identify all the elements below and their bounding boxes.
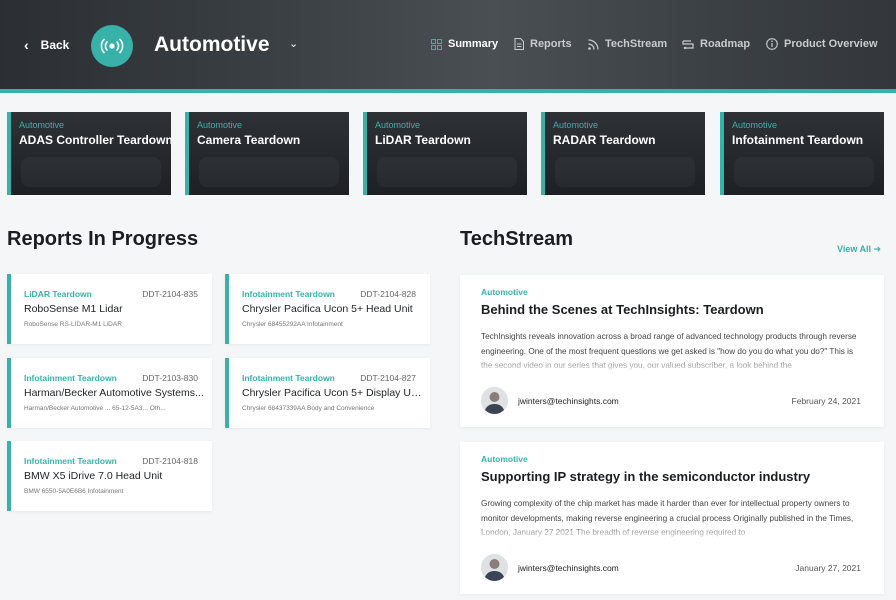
- report-code: DDT-2104-827: [360, 373, 416, 383]
- category-kicker: Automotive: [19, 120, 65, 130]
- report-name: Harman/Becker Automotive Systems...: [24, 387, 204, 399]
- category-kicker: Automotive: [197, 120, 243, 130]
- report-type: Infotainment Teardown: [242, 373, 335, 383]
- author-avatar: [481, 554, 508, 581]
- category-name: ADAS Controller Teardown: [19, 133, 171, 147]
- report-code: DDT-2103-830: [142, 373, 198, 383]
- article-excerpt: Growing complexity of the chip market ha…: [481, 499, 854, 537]
- article-author: jwinters@techinsights.com: [518, 396, 619, 406]
- article-excerpt: TechInsights reveals innovation across a…: [481, 332, 857, 370]
- report-name: BMW X5 iDrive 7.0 Head Unit: [24, 470, 163, 482]
- report-card[interactable]: Infotainment Teardown DDT-2103-830 Harma…: [7, 358, 212, 428]
- report-card[interactable]: Infotainment Teardown DDT-2104-828 Chrys…: [225, 274, 430, 344]
- report-card[interactable]: Infotainment Teardown DDT-2104-818 BMW X…: [7, 441, 212, 511]
- automotive-radar-icon: [91, 25, 133, 67]
- info-icon: [766, 38, 778, 50]
- category-name: Infotainment Teardown: [732, 133, 864, 147]
- report-meta: Harman/Becker Automotive ... 65-12-5A3..…: [24, 405, 166, 412]
- category-kicker: Automotive: [732, 120, 778, 130]
- tab-product-overview[interactable]: Product Overview: [766, 38, 878, 50]
- category-card-infotainment[interactable]: Automotive Infotainment Teardown: [720, 112, 884, 195]
- grid-icon: [431, 38, 442, 50]
- tab-summary[interactable]: Summary: [431, 38, 498, 50]
- article-date: January 27, 2021: [795, 563, 861, 573]
- article-card[interactable]: Automotive Behind the Scenes at TechInsi…: [460, 275, 884, 427]
- article-headline[interactable]: Behind the Scenes at TechInsights: Teard…: [481, 302, 764, 317]
- category-card-camera[interactable]: Automotive Camera Teardown: [185, 112, 349, 195]
- category-card-radar[interactable]: Automotive RADAR Teardown: [541, 112, 705, 195]
- article-card[interactable]: Automotive Supporting IP strategy in the…: [460, 442, 884, 594]
- category-name: LiDAR Teardown: [375, 133, 471, 147]
- tab-techstream[interactable]: TechStream: [588, 38, 667, 50]
- tab-roadmap[interactable]: Roadmap: [682, 38, 750, 50]
- article-tag: Automotive: [481, 287, 528, 297]
- category-kicker: Automotive: [375, 120, 421, 130]
- report-meta: BMW 6550-5A0E6B6 Infotainment: [24, 488, 124, 495]
- report-type: LiDAR Teardown: [24, 289, 92, 299]
- category-name: RADAR Teardown: [553, 133, 656, 147]
- category-card-lidar[interactable]: Automotive LiDAR Teardown: [363, 112, 527, 195]
- tab-reports-label: Reports: [530, 38, 572, 50]
- article-author: jwinters@techinsights.com: [518, 563, 619, 573]
- page-title: Automotive: [154, 33, 270, 56]
- report-meta: Chrysler 68455292AA Infotainment: [242, 321, 343, 328]
- report-code: DDT-2104-835: [142, 289, 198, 299]
- tab-summary-label: Summary: [448, 38, 499, 50]
- document-icon: [514, 38, 524, 50]
- tab-roadmap-label: Roadmap: [700, 38, 751, 50]
- report-meta: Chrysler 68437339AA Body and Convenience: [242, 405, 375, 412]
- top-header: ‹ Back Automotive ⌄ Summary Reports Tech…: [0, 0, 896, 93]
- report-card[interactable]: Infotainment Teardown DDT-2104-827 Chrys…: [225, 358, 430, 428]
- rss-icon: [588, 38, 599, 50]
- author-avatar: [481, 387, 508, 414]
- report-name: Chrysler Pacifica Ucon 5+ Display Unit: [242, 387, 422, 399]
- arrow-right-icon: ➔: [873, 244, 882, 254]
- report-code: DDT-2104-828: [360, 289, 416, 299]
- back-button[interactable]: ‹ Back: [24, 37, 69, 53]
- report-type: Infotainment Teardown: [24, 456, 117, 466]
- category-name: Camera Teardown: [197, 133, 301, 147]
- tab-reports[interactable]: Reports: [514, 38, 572, 50]
- view-all-link[interactable]: View All ➔: [837, 244, 881, 255]
- report-type: Infotainment Teardown: [24, 373, 117, 383]
- tab-techstream-label: TechStream: [605, 38, 668, 50]
- report-name: Chrysler Pacifica Ucon 5+ Head Unit: [242, 303, 413, 315]
- article-date: February 24, 2021: [791, 396, 861, 406]
- report-card[interactable]: LiDAR Teardown DDT-2104-835 RoboSense M1…: [7, 274, 212, 344]
- view-all-label: View All: [837, 244, 872, 254]
- techstream-section-title: TechStream: [460, 228, 574, 250]
- report-name: RoboSense M1 Lidar: [24, 303, 123, 315]
- category-kicker: Automotive: [553, 120, 599, 130]
- report-code: DDT-2104-818: [142, 456, 198, 466]
- chevron-left-icon: ‹: [24, 37, 29, 53]
- back-label: Back: [40, 38, 70, 52]
- roadmap-icon: [682, 39, 694, 50]
- article-headline[interactable]: Supporting IP strategy in the semiconduc…: [481, 469, 810, 484]
- category-card-adas[interactable]: Automotive ADAS Controller Teardown: [7, 112, 171, 195]
- chevron-down-icon[interactable]: ⌄: [289, 37, 298, 50]
- report-type: Infotainment Teardown: [242, 289, 335, 299]
- report-meta: RoboSense RS-LIDAR-M1 LiDAR: [24, 321, 122, 328]
- article-tag: Automotive: [481, 454, 528, 464]
- reports-section-title: Reports In Progress: [7, 228, 199, 250]
- tab-product-overview-label: Product Overview: [784, 38, 878, 50]
